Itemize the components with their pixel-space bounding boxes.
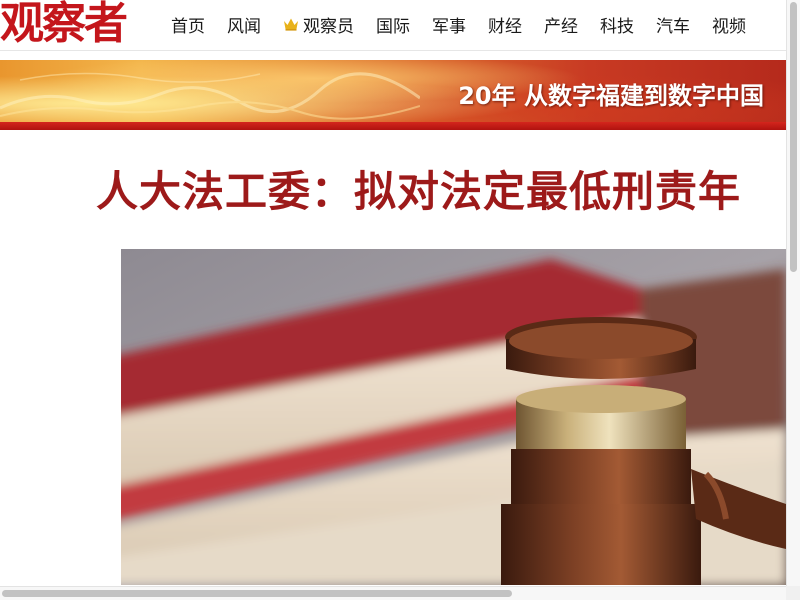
nav-item-observer[interactable]: 观察员 (272, 12, 365, 37)
nav-item-label: 产经 (544, 16, 578, 37)
nav-item-label: 视频 (712, 16, 746, 37)
nav-item-label: 科技 (600, 16, 634, 37)
nav-item-label: 观察员 (303, 16, 354, 37)
top-navigation-bar: 观察者 首页 风闻 观察员 国际 军事 财经 产经 科技 汽车 视频 (0, 0, 800, 56)
nav-item-label: 汽车 (656, 16, 690, 37)
nav-item-tech[interactable]: 科技 (589, 12, 645, 37)
nav-item-international[interactable]: 国际 (365, 12, 421, 37)
nav-item-label: 首页 (171, 16, 205, 37)
banner-slogan: 20年 从数字福建到数字中国 (458, 82, 764, 110)
scrollbar-corner (786, 586, 800, 600)
nav-item-label: 军事 (432, 16, 466, 37)
nav-item-finance[interactable]: 财经 (477, 12, 533, 37)
great-wall-illustration (0, 72, 420, 120)
nav-item-industry[interactable]: 产经 (533, 12, 589, 37)
article-image (121, 249, 786, 585)
banner-red-stripe (0, 122, 786, 130)
page: 观察者 首页 风闻 观察员 国际 军事 财经 产经 科技 汽车 视频 20年 从… (0, 0, 800, 600)
nav-item-label: 风闻 (227, 16, 261, 37)
crown-icon (284, 18, 298, 31)
nav-item-auto[interactable]: 汽车 (645, 12, 701, 37)
nav-item-label: 国际 (376, 16, 410, 37)
vertical-scroll-thumb[interactable] (790, 2, 797, 272)
headline-container: 人大法工委：拟对法定最低刑责年 (0, 150, 786, 230)
nav-item-fengwen[interactable]: 风闻 (216, 12, 272, 37)
horizontal-scrollbar[interactable] (0, 586, 786, 600)
nav-divider (0, 50, 800, 51)
promo-banner[interactable]: 20年 从数字福建到数字中国 (0, 60, 786, 122)
vertical-scrollbar[interactable] (786, 0, 800, 586)
nav-item-military[interactable]: 军事 (421, 12, 477, 37)
nav-item-home[interactable]: 首页 (160, 12, 216, 37)
horizontal-scroll-thumb[interactable] (2, 590, 512, 597)
site-logo[interactable]: 观察者 (0, 0, 128, 48)
main-nav: 首页 风闻 观察员 国际 军事 财经 产经 科技 汽车 视频 (160, 0, 757, 48)
article-headline: 人大法工委：拟对法定最低刑责年 (96, 167, 742, 216)
nav-item-video[interactable]: 视频 (701, 12, 757, 37)
nav-item-label: 财经 (488, 16, 522, 37)
